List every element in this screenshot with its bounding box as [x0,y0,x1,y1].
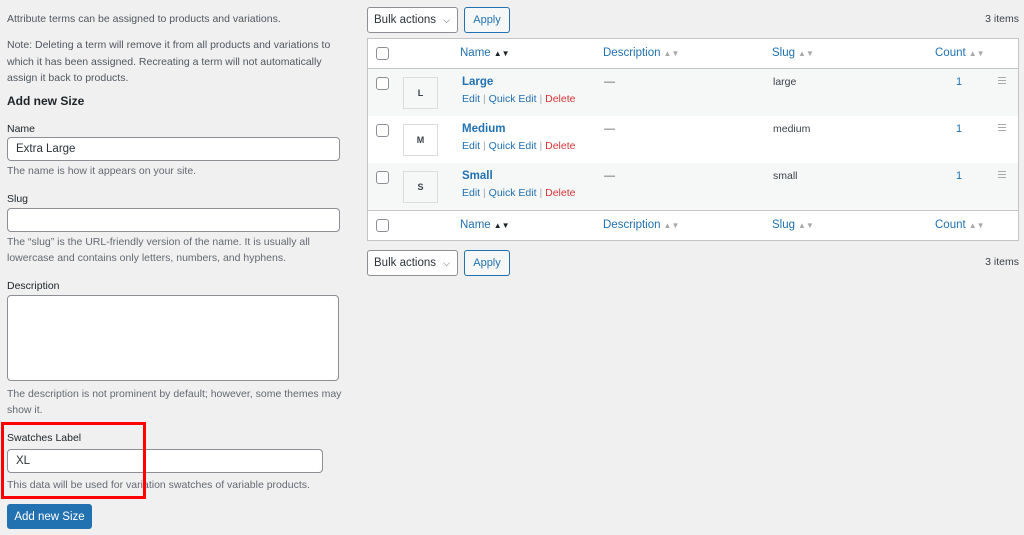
intro-text: Attribute terms can be assigned to produ… [7,13,281,25]
term-slug: large [773,76,797,88]
quick-edit-link[interactable]: Quick Edit [489,187,537,199]
separator: | [539,93,543,105]
drag-handle-icon[interactable] [998,171,1006,180]
edit-link[interactable]: Edit [462,93,480,105]
note-text: Note: Deleting a term will remove it fro… [7,39,331,84]
bulk-actions-select[interactable]: Bulk actions ⌵ [367,250,458,276]
name-label: Name [7,123,36,135]
drag-handle-icon[interactable] [998,77,1006,86]
items-count: 3 items [985,256,1019,268]
column-count[interactable]: Count ▲▼ [935,47,985,59]
quick-edit-link[interactable]: Quick Edit [489,140,537,152]
bulk-actions-label: Bulk actions [374,257,437,269]
sort-icon: ▲▼ [798,49,814,58]
sort-icon: ▲▼ [968,49,985,58]
row-actions: Edit | Quick Edit | Delete [462,140,575,152]
separator: | [483,93,486,105]
table-row: L Large Edit | Quick Edit | Delete — lar… [368,69,1018,116]
column-description-label: Description [603,47,661,59]
sort-icon: ▲▼ [493,221,510,230]
bulk-actions-label: Bulk actions [374,14,437,26]
swatch-preview: S [403,171,438,203]
edit-link[interactable]: Edit [462,140,480,152]
edit-link[interactable]: Edit [462,187,480,199]
bulk-actions-select[interactable]: Bulk actions ⌵ [367,7,458,33]
sort-icon: ▲▼ [663,49,680,58]
term-count-link[interactable]: 1 [956,76,962,88]
column-slug[interactable]: Slug ▲▼ [772,219,814,231]
column-count[interactable]: Count ▲▼ [935,219,985,231]
row-actions: Edit | Quick Edit | Delete [462,93,575,105]
slug-help: The “slug” is the URL-friendly version o… [7,236,310,264]
sort-icon: ▲▼ [663,221,680,230]
swatches-label: Swatches Label [7,432,82,444]
quick-edit-link[interactable]: Quick Edit [489,93,537,105]
term-description: — [604,123,615,135]
description-help: The description is not prominent by defa… [7,388,342,416]
apply-button[interactable]: Apply [464,7,510,33]
chevron-down-icon: ⌵ [443,258,450,268]
term-name-link[interactable]: Large [462,76,493,88]
table-row: M Medium Edit | Quick Edit | Delete — me… [368,116,1018,163]
add-new-size-button[interactable]: Add new Size [7,504,92,529]
table-header: Name ▲▼ Description ▲▼ Slug ▲▼ Count ▲▼ [368,39,1018,69]
sort-icon: ▲▼ [493,49,510,58]
column-name[interactable]: Name ▲▼ [460,47,510,59]
term-slug: small [773,170,798,182]
column-name-label: Name [460,219,491,231]
term-description: — [604,170,615,182]
select-all-checkbox-footer[interactable] [376,219,389,232]
description-label: Description [7,280,60,292]
sort-icon: ▲▼ [798,221,814,230]
sort-icon: ▲▼ [968,221,985,230]
row-actions: Edit | Quick Edit | Delete [462,187,575,199]
select-all-checkbox[interactable] [376,47,389,60]
apply-button[interactable]: Apply [464,250,510,276]
table-footer: Name ▲▼ Description ▲▼ Slug ▲▼ Count ▲▼ [368,210,1018,240]
column-name-label: Name [460,47,491,59]
tablenav-bottom: Bulk actions ⌵ Apply 3 items [367,250,1019,276]
term-count-link[interactable]: 1 [956,123,962,135]
swatch-preview: M [403,124,438,156]
term-count-link[interactable]: 1 [956,170,962,182]
form-heading: Add new Size [7,94,85,108]
description-textarea[interactable] [7,295,339,381]
row-checkbox[interactable] [376,171,389,184]
column-slug[interactable]: Slug ▲▼ [772,47,814,59]
items-count: 3 items [985,13,1019,25]
term-name-link[interactable]: Medium [462,123,505,135]
term-name-link[interactable]: Small [462,170,493,182]
column-name[interactable]: Name ▲▼ [460,219,510,231]
term-slug: medium [773,123,811,135]
name-help: The name is how it appears on your site. [7,165,197,177]
swatches-label-input[interactable] [7,449,323,473]
swatch-preview: L [403,77,438,109]
delete-link[interactable]: Delete [545,93,575,105]
chevron-down-icon: ⌵ [443,15,450,25]
separator: | [483,140,486,152]
tablenav-top: Bulk actions ⌵ Apply 3 items [367,7,1019,33]
slug-label: Slug [7,193,29,205]
drag-handle-icon[interactable] [998,124,1006,133]
row-checkbox[interactable] [376,77,389,90]
separator: | [483,187,486,199]
column-description-label: Description [603,219,661,231]
term-description: — [604,76,615,88]
row-checkbox[interactable] [376,124,389,137]
name-input[interactable] [7,137,340,161]
column-count-label: Count [935,47,966,59]
column-slug-label: Slug [772,47,796,59]
delete-link[interactable]: Delete [545,140,575,152]
delete-link[interactable]: Delete [545,187,575,199]
column-slug-label: Slug [772,219,796,231]
separator: | [539,140,543,152]
table-row: S Small Edit | Quick Edit | Delete — sma… [368,163,1018,210]
column-count-label: Count [935,219,966,231]
slug-input[interactable] [7,208,340,232]
separator: | [539,187,543,199]
column-description[interactable]: Description ▲▼ [603,47,679,59]
terms-table: Name ▲▼ Description ▲▼ Slug ▲▼ Count ▲▼ L La… [367,38,1019,241]
column-description[interactable]: Description ▲▼ [603,219,679,231]
swatches-help: This data will be used for variation swa… [7,479,310,491]
